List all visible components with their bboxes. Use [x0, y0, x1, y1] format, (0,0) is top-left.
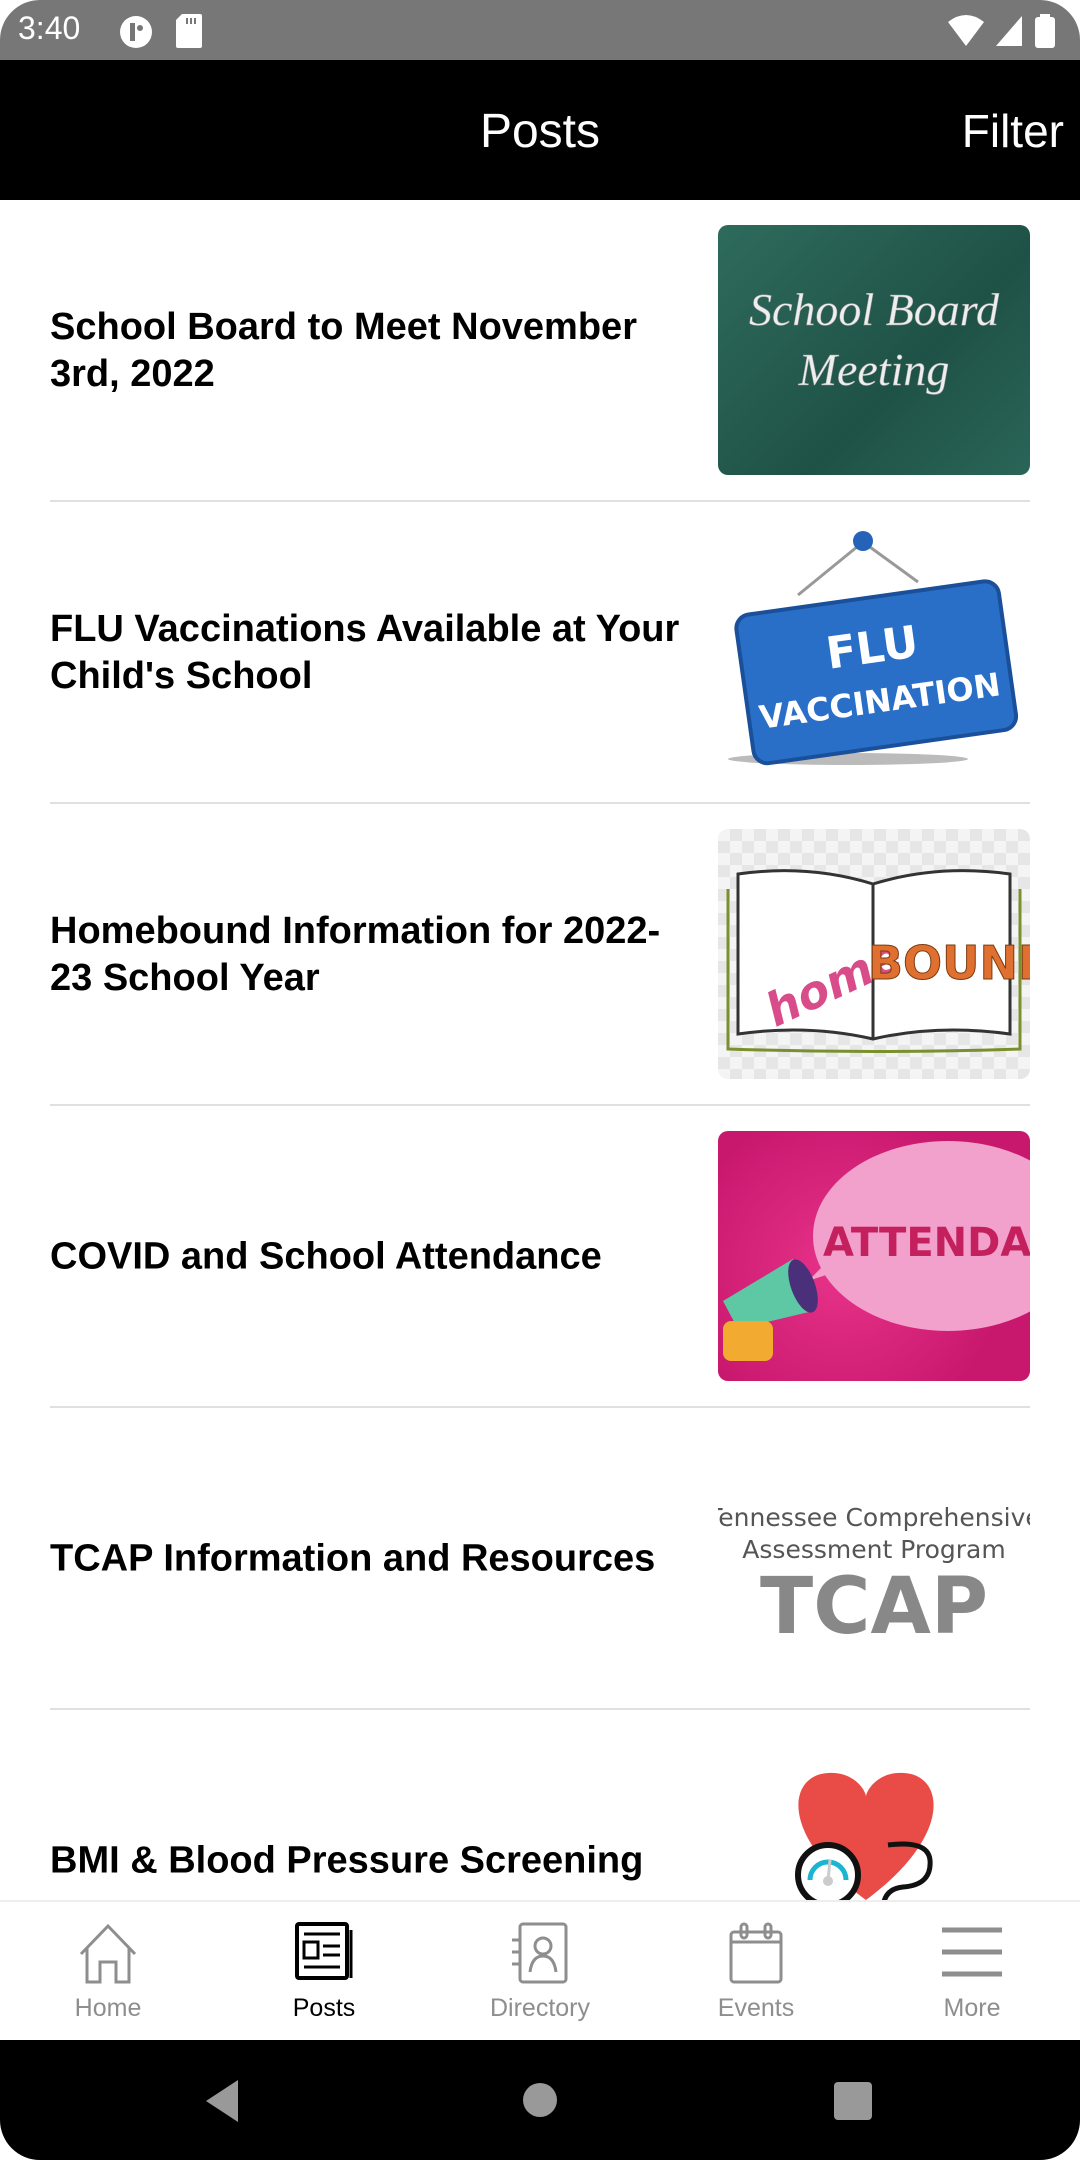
home-button-icon[interactable] [522, 2082, 558, 2118]
post-item[interactable]: BMI & Blood Pressure Screening [0, 1710, 1080, 1900]
post-title: School Board to Meet November 3rd, 2022 [50, 306, 637, 395]
post-item[interactable]: FLU Vaccinations Available at Your Child… [0, 502, 1080, 804]
nav-item-posts[interactable]: Posts [216, 1902, 432, 2042]
nav-item-more[interactable]: More [864, 1902, 1080, 2042]
homebound-image: home BOUND [718, 829, 1030, 1079]
sd-card-icon [176, 14, 202, 48]
nav-item-home[interactable]: Home [0, 1902, 216, 2042]
nav-label: Posts [292, 1994, 356, 2022]
nav-label: More [943, 1994, 1001, 2022]
nav-label: Home [74, 1994, 142, 2022]
post-title: COVID and School Attendance [50, 1235, 602, 1278]
newspaper-icon [295, 1922, 353, 1980]
wifi-icon [948, 15, 984, 46]
image-text: Assessment Program [742, 1535, 1005, 1564]
signal-icon [996, 16, 1022, 46]
blood-pressure-image [718, 1735, 1030, 1900]
recents-button-icon[interactable] [834, 2082, 872, 2120]
battery-icon [1035, 14, 1055, 48]
filter-button[interactable]: Filter [962, 104, 1064, 158]
nav-item-events[interactable]: Events [648, 1902, 864, 2042]
posts-list[interactable]: School Board to Meet November 3rd, 2022 … [0, 200, 1080, 1900]
post-title: TCAP Information and Resources [50, 1537, 656, 1580]
tcap-image: Tennessee Comprehensive Assessment Progr… [718, 1433, 1030, 1683]
post-title: BMI & Blood Pressure Screening [50, 1839, 644, 1882]
image-text: Tennessee Comprehensive [718, 1503, 1030, 1532]
post-item[interactable]: School Board to Meet November 3rd, 2022 … [0, 200, 1080, 502]
page-title: Posts [479, 105, 601, 158]
contacts-book-icon [512, 1922, 568, 1984]
nav-label: Events [717, 1994, 795, 2022]
hamburger-menu-icon [942, 1927, 1002, 1977]
circle-app-icon [120, 16, 152, 48]
school-board-meeting-image: School Board Meeting [718, 225, 1030, 475]
image-text: School Board [749, 284, 1000, 335]
nav-label: Directory [489, 1994, 590, 2022]
flu-vaccination-image: FLU VACCINATION [718, 527, 1030, 777]
app-header: Posts Filter [0, 60, 1080, 200]
nav-item-directory[interactable]: Directory [432, 1902, 648, 2042]
status-time: 3:40 [18, 10, 81, 46]
attendance-image: ATTENDANCE [718, 1131, 1030, 1381]
post-item[interactable]: TCAP Information and Resources Tennessee… [0, 1408, 1080, 1710]
post-title: Homebound Information for 2022-23 School… [50, 910, 661, 999]
image-text: TCAP [760, 1562, 988, 1652]
image-text: ATTENDANCE [823, 1220, 1030, 1266]
system-navigation-bar [0, 2040, 1080, 2160]
post-item[interactable]: COVID and School Attendance ATTENDANCE [0, 1106, 1080, 1408]
bottom-navigation: Home Posts Directory Events More [0, 1900, 1080, 2042]
status-bar: 3:40 [0, 0, 1080, 60]
home-icon [79, 1923, 137, 1984]
post-title: FLU Vaccinations Available at Your Child… [50, 608, 680, 697]
back-button-icon[interactable] [204, 2080, 240, 2122]
calendar-icon [729, 1922, 783, 1984]
image-text: Meeting [798, 344, 950, 395]
post-item[interactable]: Homebound Information for 2022-23 School… [0, 804, 1080, 1106]
image-text: BOUND [868, 936, 1030, 990]
